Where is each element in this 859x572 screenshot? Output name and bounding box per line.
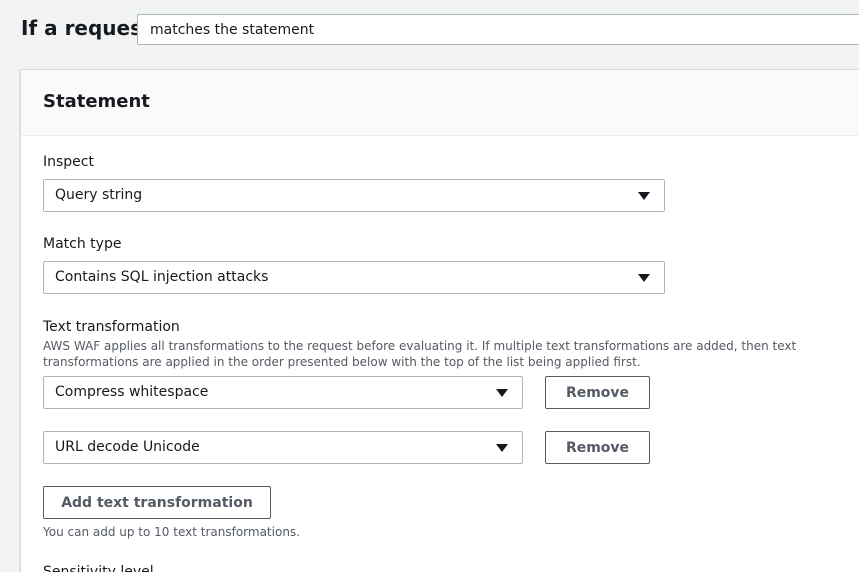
page: If a request matches the statement State… [0,0,859,572]
caret-down-icon [638,192,650,200]
statement-title: Statement [43,91,150,112]
transformation-limit-hint: You can add up to 10 text transformation… [43,525,300,539]
remove-transformation-button-2[interactable]: Remove [545,431,650,464]
match-type-select[interactable]: Contains SQL injection attacks [43,261,665,294]
statement-panel: Statement Inspect Query string Match typ… [20,69,859,572]
text-transformation-value-2: URL decode Unicode [55,439,200,455]
if-request-label: If a request [21,16,152,40]
text-transformation-label: Text transformation [43,319,180,335]
match-type-label: Match type [43,236,122,252]
text-transformation-value-1: Compress whitespace [55,384,209,400]
text-transformation-description: AWS WAF applies all transformations to t… [43,339,797,369]
request-match-value: matches the statement [150,22,315,38]
rule-condition-row: If a request matches the statement [0,0,859,60]
caret-down-icon [638,274,650,282]
request-match-select[interactable]: matches the statement [137,14,859,45]
sensitivity-level-label: Sensitivity level [43,564,154,572]
caret-down-icon [496,389,508,397]
inspect-select[interactable]: Query string [43,179,665,212]
match-type-value: Contains SQL injection attacks [55,269,269,285]
text-transformation-select-1[interactable]: Compress whitespace [43,376,523,409]
remove-transformation-button-1[interactable]: Remove [545,376,650,409]
inspect-label: Inspect [43,154,94,170]
text-transformation-select-2[interactable]: URL decode Unicode [43,431,523,464]
caret-down-icon [496,444,508,452]
add-text-transformation-button[interactable]: Add text transformation [43,486,271,519]
statement-header: Statement [21,70,859,136]
inspect-value: Query string [55,187,143,203]
